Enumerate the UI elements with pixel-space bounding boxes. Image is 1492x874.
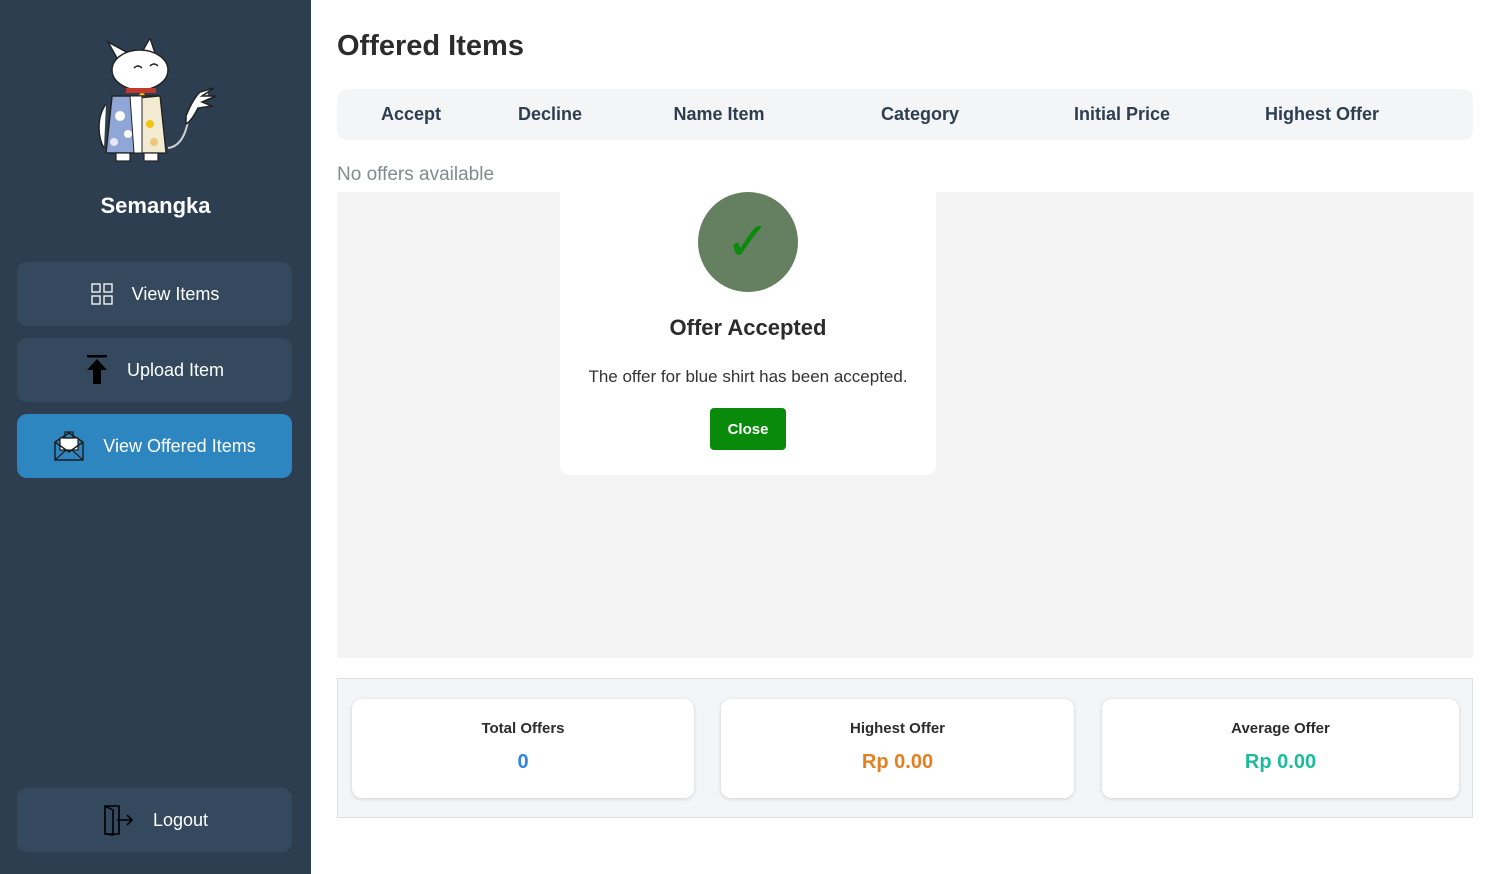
nav-view-offered-items-button[interactable]: View Offered Items [17,414,292,478]
stat-card-average-offer: Average Offer Rp 0.00 [1102,699,1459,798]
nav-view-offered-items-label: View Offered Items [103,435,256,456]
offer-envelope-icon [53,430,85,462]
dialog-message: The offer for blue shirt has been accept… [588,367,908,386]
dialog-title: Offer Accepted [669,315,827,340]
stat-label: Average Offer [1231,720,1330,737]
offer-accepted-dialog: ✓ Offer Accepted The offer for blue shir… [560,168,936,475]
empty-message: No offers available [337,164,495,185]
close-button[interactable]: Close [710,408,786,450]
stat-value: 0 [517,751,529,773]
success-circle: ✓ [698,192,798,292]
column-header-accept: Accept [380,104,442,124]
nav-upload-item-button[interactable]: Upload Item [17,338,292,402]
avatar [90,36,220,163]
logout-button[interactable]: Logout [17,788,292,852]
stat-card-total-offers: Total Offers 0 [352,699,694,798]
nav-view-items-label: View Items [131,283,220,304]
stat-label: Highest Offer [849,720,945,737]
upload-icon [85,354,109,386]
nav-view-items-button[interactable]: View Items [17,262,292,326]
nav-upload-item-label: Upload Item [126,359,225,380]
logout-icon [101,804,135,836]
stat-card-highest-offer: Highest Offer Rp 0.00 [721,699,1074,798]
logout-label: Logout [152,809,209,830]
stat-label: Total Offers [481,720,565,737]
grid-icon [90,282,114,306]
stat-value: Rp 0.00 [1244,751,1317,773]
username: Semangka [100,193,211,218]
table-header: Accept Decline Name Item Category Initia… [337,89,1473,140]
page-title: Offered Items [337,30,524,62]
column-header-initial-price: Initial Price [1073,104,1171,124]
sidebar: Semangka View Items Upload Item View Off… [0,0,311,874]
stats-panel: Total Offers 0 Highest Offer Rp 0.00 Ave… [337,678,1473,818]
column-header-name-item: Name Item [673,104,765,124]
column-header-highest-offer: Highest Offer [1264,104,1379,124]
stat-value: Rp 0.00 [861,751,934,773]
column-header-decline: Decline [517,104,583,124]
check-icon: ✓ [725,210,771,273]
column-header-category: Category [880,104,960,124]
